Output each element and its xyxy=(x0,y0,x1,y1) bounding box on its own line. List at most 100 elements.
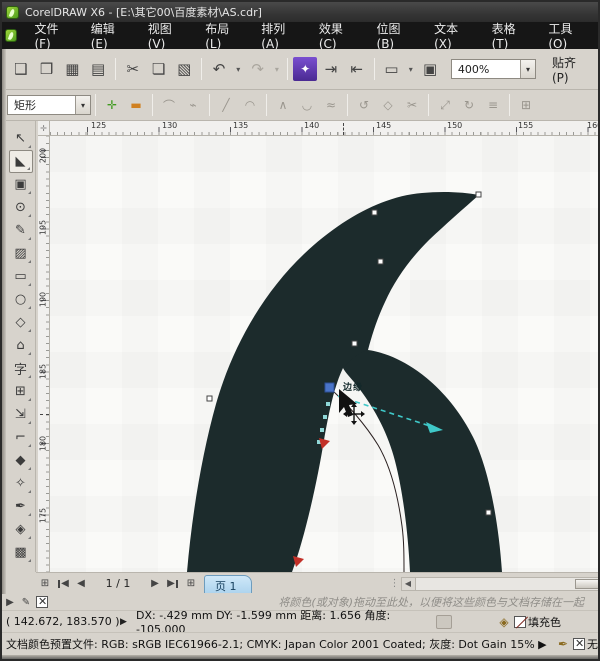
join-nodes-icon[interactable]: ⌒ xyxy=(158,94,180,116)
new-icon[interactable]: ❑ xyxy=(9,57,33,81)
direction-arrow xyxy=(293,556,304,567)
text-tool[interactable]: 字 xyxy=(9,357,33,380)
print-icon[interactable]: ▤ xyxy=(86,57,110,81)
zoom-tool[interactable]: ⊙ xyxy=(9,196,33,219)
path-node[interactable] xyxy=(378,259,383,264)
expand-icon[interactable]: ▶ xyxy=(2,597,18,608)
page-tab[interactable]: 页 1 xyxy=(204,575,252,593)
first-page-button[interactable]: ◀ xyxy=(54,575,72,593)
previous-page-button[interactable]: ◀ xyxy=(72,575,90,593)
path-node[interactable] xyxy=(486,510,491,515)
vertical-ruler[interactable]: 200 195 190 185 180 175 xyxy=(38,136,50,572)
scroll-left-icon[interactable]: ◀ xyxy=(402,578,416,590)
copy-icon[interactable]: ❏ xyxy=(147,57,171,81)
close-curve-icon[interactable]: ◇ xyxy=(377,94,399,116)
freehand-tool[interactable]: ✎ xyxy=(9,219,33,242)
fill-color-swatch[interactable] xyxy=(514,616,526,628)
crop-tool[interactable]: ▣ xyxy=(9,173,33,196)
smart-fill-tool[interactable]: ▨ xyxy=(9,242,33,265)
add-node-icon[interactable]: ✛ xyxy=(101,94,123,116)
menu-bar: 文件(F) 编辑(E) 视图(V) 布局(L) 排列(A) 效果(C) 位图(B… xyxy=(2,22,598,49)
redo-icon[interactable]: ↷ xyxy=(246,57,270,81)
path-node[interactable] xyxy=(476,192,481,197)
snap-to-button[interactable]: 贴齐(P) xyxy=(546,51,598,88)
ruler-origin[interactable]: ✛ xyxy=(38,121,50,136)
fill-tool[interactable]: ◈ xyxy=(9,518,33,541)
table-tool[interactable]: ⊞ xyxy=(9,380,33,403)
add-page-icon[interactable]: ⊞ xyxy=(36,575,54,593)
eyedropper-tool[interactable]: ✧ xyxy=(9,472,33,495)
stretch-nodes-icon[interactable]: ⤢ xyxy=(434,94,456,116)
extract-subpath-icon[interactable]: ✂ xyxy=(401,94,423,116)
drawing-canvas[interactable]: 边缘 xyxy=(50,136,600,572)
preset-combo[interactable]: 矩形 ▾ xyxy=(7,95,91,115)
undo-icon[interactable]: ↶ xyxy=(207,57,231,81)
ruler-label: 190 xyxy=(39,292,48,308)
pick-tool[interactable]: ↖ xyxy=(9,127,33,150)
convert-to-curve-icon[interactable]: ◠ xyxy=(239,94,261,116)
open-icon[interactable]: ❒ xyxy=(35,57,59,81)
reverse-direction-icon[interactable]: ↺ xyxy=(353,94,375,116)
next-page-button[interactable]: ▶ xyxy=(146,575,164,593)
scrollbar-thumb[interactable] xyxy=(575,579,599,589)
convert-to-line-icon[interactable]: ╱ xyxy=(215,94,237,116)
standard-toolbar: ❑ ❒ ▦ ▤ ✂ ❏ ▧ ↶ ▾ ↷ ▾ ✦ ⇥ ⇤ ▭ ▾ ▣ 400% ▾… xyxy=(2,49,598,90)
welcome-screen-icon[interactable]: ▣ xyxy=(418,57,442,81)
path-node[interactable] xyxy=(207,396,212,401)
ellipse-tool[interactable]: ○ xyxy=(9,288,33,311)
redo-dropdown-icon[interactable]: ▾ xyxy=(271,57,282,81)
launcher-dropdown-icon[interactable]: ▾ xyxy=(405,57,416,81)
ruler-label: 185 xyxy=(39,364,48,380)
undo-dropdown-icon[interactable]: ▾ xyxy=(233,57,244,81)
symmetric-node-icon[interactable]: ≈ xyxy=(320,94,342,116)
eyedropper-icon[interactable]: ✎ xyxy=(18,597,34,608)
rectangle-tool[interactable]: ▭ xyxy=(9,265,33,288)
dimension-tool[interactable]: ⇲ xyxy=(9,403,33,426)
outline-color-swatch[interactable] xyxy=(573,638,585,650)
path-node[interactable] xyxy=(372,210,377,215)
delete-node-icon[interactable]: ▬ xyxy=(125,94,147,116)
align-nodes-icon[interactable]: ≡ xyxy=(482,94,504,116)
add-page-icon[interactable]: ⊞ xyxy=(182,575,200,593)
shape-tool[interactable]: ◣ xyxy=(9,150,33,173)
outline-pen-icon: ✒ xyxy=(555,637,571,651)
window-bottom-edge xyxy=(2,655,598,661)
path-node[interactable] xyxy=(352,341,357,346)
zoom-level-combo[interactable]: 400% ▾ xyxy=(451,59,536,79)
paste-icon[interactable]: ▧ xyxy=(172,57,196,81)
chevron-down-icon[interactable]: ▾ xyxy=(520,60,535,78)
ruler-label: 145 xyxy=(376,121,391,130)
corel-draw-window: CorelDRAW X6 - [E:\其它00\百度素材\AS.cdr] 文件(… xyxy=(0,0,600,661)
smooth-node-icon[interactable]: ◡ xyxy=(296,94,318,116)
interactive-fill-tool[interactable]: ▩ xyxy=(9,541,33,564)
select-all-nodes-icon[interactable]: ⊞ xyxy=(515,94,537,116)
export-icon[interactable]: ⇤ xyxy=(345,57,369,81)
search-content-icon[interactable]: ✦ xyxy=(293,57,317,81)
rotate-nodes-icon[interactable]: ↻ xyxy=(458,94,480,116)
import-icon[interactable]: ⇥ xyxy=(319,57,343,81)
outline-pen-tool[interactable]: ✒ xyxy=(9,495,33,518)
horizontal-scrollbar[interactable]: ◀ xyxy=(401,577,600,591)
basic-shapes-tool[interactable]: ⌂ xyxy=(9,334,33,357)
polygon-tool[interactable]: ◇ xyxy=(9,311,33,334)
scrollbar-divider[interactable]: ⋮ xyxy=(390,578,400,589)
separator xyxy=(509,94,510,116)
no-color-swatch[interactable] xyxy=(36,596,48,608)
horizontal-ruler[interactable]: 125 130 135 140 145 150 155 160 xyxy=(50,121,600,136)
application-launcher-icon[interactable]: ▭ xyxy=(380,57,404,81)
separator xyxy=(347,94,348,116)
connector-tool[interactable]: ⌐ xyxy=(9,426,33,449)
last-page-button[interactable]: ▶ xyxy=(164,575,182,593)
save-icon[interactable]: ▦ xyxy=(60,57,84,81)
chevron-down-icon[interactable]: ▾ xyxy=(75,96,90,114)
break-node-icon[interactable]: ⌁ xyxy=(182,94,204,116)
shape-right-lobe xyxy=(343,350,502,572)
cut-icon[interactable]: ✂ xyxy=(121,57,145,81)
ruler-label: 130 xyxy=(162,121,177,130)
selected-node[interactable] xyxy=(325,383,334,392)
cusp-node-icon[interactable]: ∧ xyxy=(272,94,294,116)
expand-icon[interactable]: ▶ xyxy=(120,617,136,627)
blend-tool[interactable]: ◆ xyxy=(9,449,33,472)
separator xyxy=(152,94,153,116)
separator xyxy=(95,94,96,116)
